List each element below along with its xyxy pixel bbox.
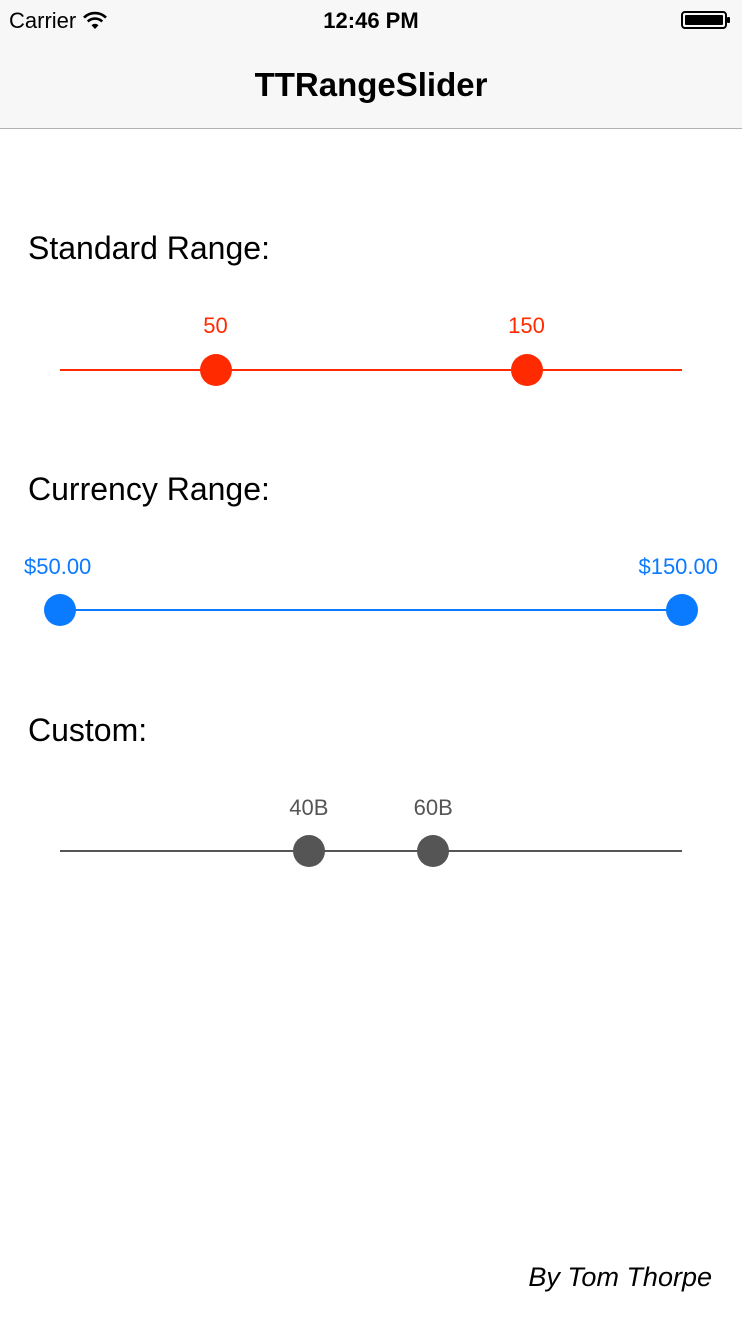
battery-full-icon (681, 11, 730, 29)
custom-max-value-label: 60B (413, 795, 453, 820)
currency-max-value-label: $150.00 (638, 554, 718, 579)
custom-max-handle[interactable] (417, 835, 450, 867)
standard-max-handle[interactable] (510, 354, 543, 386)
currency-min-value-label: $50.00 (24, 554, 92, 579)
currency-min-handle[interactable] (44, 594, 76, 626)
standard-range-track[interactable] (60, 369, 682, 371)
status-bar: Carrier 12:46 PM (0, 0, 742, 40)
custom-min-value-label: 40B (289, 795, 329, 820)
currency-range-track[interactable] (60, 609, 682, 611)
nav-title: TTRangeSlider (254, 66, 488, 103)
navigation-bar: TTRangeSlider (0, 40, 742, 129)
custom-range-track[interactable] (60, 850, 682, 852)
standard-min-handle[interactable] (199, 354, 232, 386)
custom-range-label: Custom: (28, 712, 148, 748)
standard-range-label: Standard Range: (28, 230, 270, 266)
custom-min-handle[interactable] (292, 835, 325, 867)
standard-min-value-label: 50 (203, 313, 228, 338)
currency-range-label: Currency Range: (28, 471, 270, 507)
status-time: 12:46 PM (323, 8, 419, 33)
author-credit: By Tom Thorpe (528, 1262, 712, 1292)
standard-max-value-label: 150 (508, 313, 545, 338)
currency-max-handle[interactable] (666, 594, 698, 626)
